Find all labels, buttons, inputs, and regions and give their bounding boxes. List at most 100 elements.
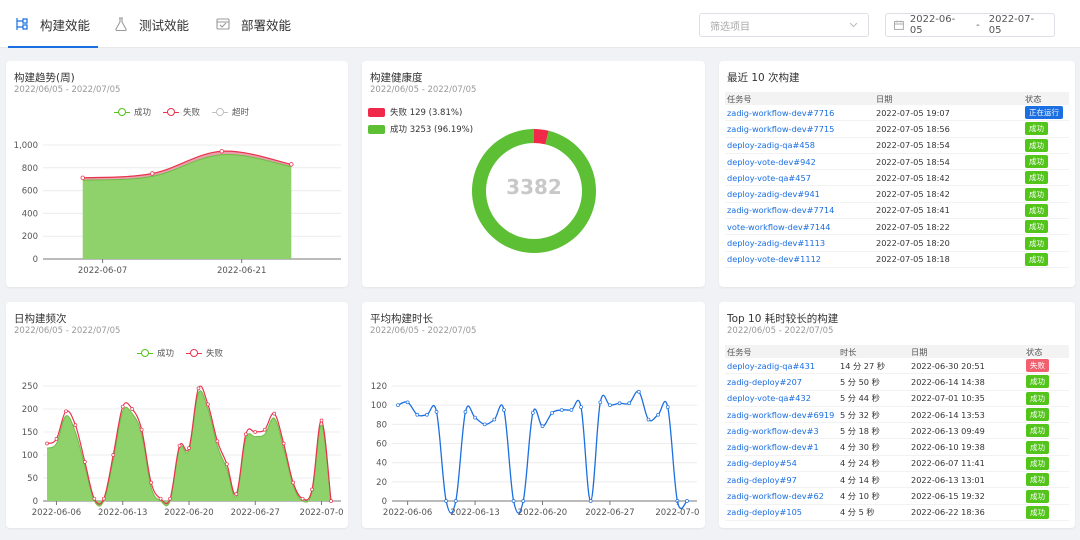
build-date: 2022-06-15 19:32 bbox=[911, 491, 985, 502]
task-link[interactable]: vote-workflow-dev#7144 bbox=[725, 222, 876, 232]
x-tick-label: 2022-06-20 bbox=[164, 508, 213, 518]
status-badge: 成功 bbox=[1026, 473, 1049, 487]
data-point bbox=[196, 386, 201, 391]
build-date: 2022-07-05 18:42 bbox=[876, 189, 950, 200]
x-tick-label: 2022-06-06 bbox=[32, 508, 81, 518]
y-tick-label: 0 bbox=[33, 255, 38, 265]
build-date: 2022-06-13 13:01 bbox=[911, 474, 985, 485]
tab-label: 构建效能 bbox=[40, 17, 91, 33]
status-cell: 正在运行 bbox=[1025, 106, 1069, 120]
table-row[interactable]: deploy-vote-dev#1112 2022-07-05 18:18 成功 bbox=[725, 252, 1069, 268]
daily-build-frequency-chart[interactable]: 0 50 100 150 200 250 2022-06-06 2022-06-13 2022-… bbox=[6, 302, 348, 528]
table-row[interactable]: zadig-workflow-dev#7716 2022-07-05 19:07 正… bbox=[725, 105, 1069, 122]
data-point bbox=[617, 401, 622, 406]
status-cell: 成功 bbox=[1026, 440, 1069, 454]
data-point bbox=[540, 424, 545, 429]
column-header-task: 任务号 bbox=[727, 346, 752, 357]
data-point bbox=[253, 430, 258, 434]
data-point bbox=[550, 410, 554, 415]
table-row[interactable]: deploy-zadig-dev#1113 2022-07-05 18:20 成功 bbox=[725, 235, 1069, 252]
table-row[interactable]: zadig-workflow-dev#3 5 分 18 秒 2022-06-13 0… bbox=[725, 423, 1069, 440]
build-date: 2022-06-13 09:49 bbox=[911, 425, 985, 436]
status-badge: 失败 bbox=[1026, 359, 1049, 373]
task-link[interactable]: deploy-vote-qa#457 bbox=[725, 173, 876, 183]
task-link[interactable]: deploy-zadig-dev#941 bbox=[725, 189, 876, 199]
task-link[interactable]: zadig-workflow-dev#7715 bbox=[725, 124, 876, 134]
data-point bbox=[54, 437, 59, 441]
table-row[interactable]: zadig-workflow-dev#1 4 分 30 秒 2022-06-10 1… bbox=[725, 439, 1069, 456]
build-date: 2022-07-05 18:22 bbox=[876, 221, 950, 232]
column-header-status: 状态 bbox=[1025, 93, 1042, 104]
tab-test-efficiency[interactable]: 测试效能 bbox=[113, 0, 189, 48]
build-date: 2022-07-05 18:42 bbox=[876, 172, 950, 183]
table-row[interactable]: zadig-deploy#54 4 分 24 秒 2022-06-07 11:41 成… bbox=[725, 456, 1069, 473]
task-link[interactable]: zadig-workflow-dev#7714 bbox=[725, 205, 876, 215]
status-badge: 成功 bbox=[1026, 391, 1049, 405]
task-link[interactable]: deploy-zadig-qa#458 bbox=[725, 140, 876, 150]
status-badge: 成功 bbox=[1026, 489, 1049, 503]
data-point bbox=[73, 423, 78, 427]
avg-build-duration-card: 平均构建时长 2022/06/05 - 2022/07/05 0 20 40 60 80… bbox=[362, 302, 705, 528]
task-link[interactable]: zadig-deploy#97 bbox=[725, 475, 840, 485]
column-header-task: 任务号 bbox=[727, 93, 752, 104]
task-link[interactable]: deploy-vote-qa#432 bbox=[725, 393, 840, 403]
table-row[interactable]: deploy-vote-qa#432 5 分 44 秒 2022-07-01 10:… bbox=[725, 391, 1069, 407]
task-link[interactable]: zadig-workflow-dev#62 bbox=[725, 491, 840, 501]
date-range-picker[interactable]: 2022-06-05 - 2022-07-05 bbox=[885, 13, 1055, 37]
y-tick-label: 60 bbox=[376, 440, 387, 450]
task-link[interactable]: zadig-deploy#207 bbox=[725, 377, 840, 387]
task-link[interactable]: deploy-zadig-qa#431 bbox=[725, 361, 840, 371]
x-tick-label: 2022-06-27 bbox=[585, 508, 634, 518]
build-date: 2022-07-05 18:54 bbox=[876, 156, 950, 167]
table-row[interactable]: deploy-vote-qa#457 2022-07-05 18:42 成功 bbox=[725, 170, 1069, 187]
table-row[interactable]: zadig-deploy#97 4 分 14 秒 2022-06-13 13:01 成… bbox=[725, 472, 1069, 489]
table-row[interactable]: deploy-zadig-qa#431 14 分 27 秒 2022-06-30 2… bbox=[725, 358, 1069, 375]
status-cell: 成功 bbox=[1026, 456, 1069, 470]
data-point bbox=[608, 403, 612, 408]
avg-build-duration-chart[interactable]: 0 20 40 60 80 100 120 2022-06-06 2022-06-13 2022-… bbox=[362, 302, 705, 528]
daily-build-frequency-card: 日构建频次 2022/06/05 - 2022/07/05 成功 失败 0 50 1… bbox=[6, 302, 348, 528]
table-row[interactable]: zadig-workflow-dev#6919 5 分 32 秒 2022-06-1… bbox=[725, 407, 1069, 424]
status-cell: 成功 bbox=[1025, 252, 1069, 266]
task-link[interactable]: zadig-workflow-dev#3 bbox=[725, 426, 840, 436]
table-row[interactable]: deploy-zadig-qa#458 2022-07-05 18:54 成功 bbox=[725, 138, 1069, 154]
table-row[interactable]: deploy-zadig-dev#941 2022-07-05 18:42 成功 bbox=[725, 186, 1069, 203]
project-filter-select[interactable]: 筛选项目 bbox=[699, 13, 869, 37]
table-row[interactable]: vote-workflow-dev#7144 2022-07-05 18:22 成功 bbox=[725, 219, 1069, 236]
table-row[interactable]: zadig-workflow-dev#7715 2022-07-05 18:56 成… bbox=[725, 121, 1069, 138]
data-point bbox=[492, 417, 497, 422]
table-row[interactable]: zadig-deploy#207 5 分 50 秒 2022-06-14 14:38… bbox=[725, 374, 1069, 391]
task-link[interactable]: zadig-workflow-dev#1 bbox=[725, 442, 840, 452]
data-point bbox=[272, 411, 277, 416]
table-row[interactable]: deploy-vote-dev#942 2022-07-05 18:54 成功 bbox=[725, 154, 1069, 171]
task-link[interactable]: deploy-vote-dev#942 bbox=[725, 157, 876, 167]
data-point bbox=[434, 410, 439, 414]
x-tick-label: 2022-07-0 bbox=[655, 508, 699, 518]
build-date: 2022-07-05 18:54 bbox=[876, 140, 950, 151]
build-health-donut-chart[interactable] bbox=[362, 61, 705, 287]
task-link[interactable]: zadig-deploy#105 bbox=[725, 507, 840, 517]
data-point bbox=[627, 401, 632, 406]
status-cell: 成功 bbox=[1025, 122, 1069, 136]
table-row[interactable]: zadig-workflow-dev#62 4 分 10 秒 2022-06-15 … bbox=[725, 488, 1069, 505]
status-cell: 成功 bbox=[1026, 391, 1069, 405]
y-tick-label: 800 bbox=[22, 164, 38, 174]
table-header: 任务号 日期 状态 bbox=[725, 92, 1069, 105]
data-point bbox=[281, 441, 286, 446]
build-duration: 5 分 44 秒 bbox=[840, 393, 880, 404]
table-row[interactable]: zadig-deploy#105 4 分 5 秒 2022-06-22 18:36 成… bbox=[725, 505, 1069, 521]
task-link[interactable]: zadig-workflow-dev#7716 bbox=[725, 108, 876, 118]
status-badge: 成功 bbox=[1025, 252, 1048, 266]
table-row[interactable]: zadig-workflow-dev#7714 2022-07-05 18:41 成… bbox=[725, 203, 1069, 220]
task-link[interactable]: zadig-deploy#54 bbox=[725, 458, 840, 468]
data-point bbox=[187, 446, 191, 450]
tab-deploy-efficiency[interactable]: 部署效能 bbox=[215, 0, 291, 48]
status-badge: 成功 bbox=[1025, 122, 1048, 136]
task-link[interactable]: deploy-vote-dev#1112 bbox=[725, 254, 876, 264]
tab-build-efficiency[interactable]: 构建效能 bbox=[7, 0, 99, 48]
data-point bbox=[168, 496, 172, 501]
data-point bbox=[219, 149, 224, 154]
task-link[interactable]: deploy-zadig-dev#1113 bbox=[725, 238, 876, 248]
build-trend-chart[interactable]: 0 200 400 600 800 1,000 2022-06-07 2022-06-21 bbox=[6, 61, 348, 287]
task-link[interactable]: zadig-workflow-dev#6919 bbox=[725, 410, 840, 420]
